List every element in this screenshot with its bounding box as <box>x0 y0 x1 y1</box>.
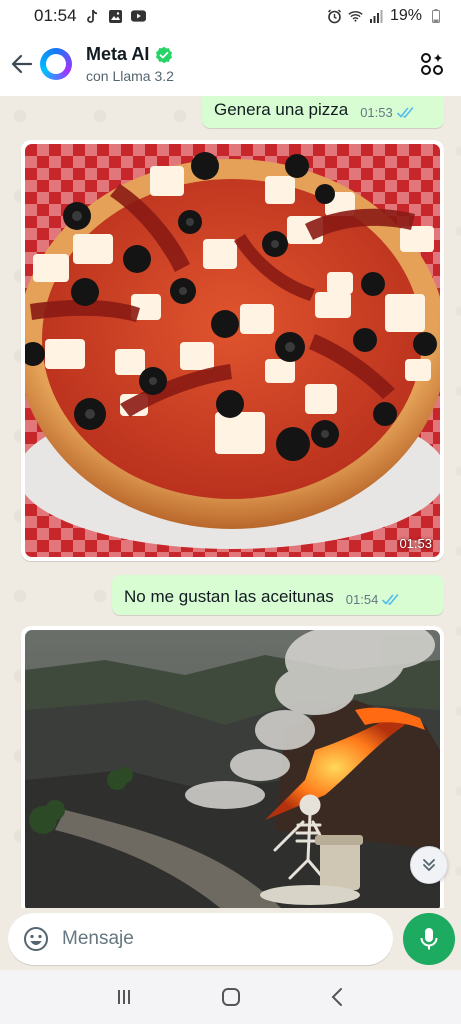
message-incoming-image[interactable] <box>21 626 444 908</box>
scroll-to-bottom-button[interactable] <box>410 846 448 884</box>
image-time: 01:53 <box>399 536 432 551</box>
verified-badge-icon <box>156 46 173 63</box>
chevron-left-icon <box>331 988 342 1006</box>
status-time: 01:54 <box>34 6 77 25</box>
grid-sparkle-icon <box>421 53 443 75</box>
message-time: 01:54 <box>345 592 379 607</box>
volcano-image[interactable] <box>25 630 440 908</box>
message-text: No me gustan las aceitunas <box>124 587 334 606</box>
arrow-left-icon <box>11 54 33 74</box>
home-button[interactable] <box>211 977 251 1017</box>
chat-header: Meta AI con Llama 3.2 <box>0 32 461 96</box>
contact-info[interactable]: Meta AI con Llama 3.2 <box>86 44 174 84</box>
recent-apps-button[interactable] <box>104 977 144 1017</box>
message-input-container <box>8 913 394 965</box>
double-check-icon <box>396 106 414 118</box>
voice-message-button[interactable] <box>403 913 455 965</box>
signal-icon <box>369 9 384 24</box>
youtube-icon <box>130 9 146 24</box>
message-outgoing[interactable]: Genera una pizza 01:53 <box>202 96 444 128</box>
message-outgoing[interactable]: No me gustan las aceitunas 01:54 <box>112 575 444 615</box>
chat-messages[interactable]: Genera una pizza 01:53 01:53 No me gusta… <box>0 96 461 908</box>
message-time: 01:53 <box>360 105 393 120</box>
double-chevron-down-icon <box>423 859 435 871</box>
emoji-button[interactable] <box>22 925 50 953</box>
home-icon <box>221 988 240 1006</box>
compose-bar <box>0 908 461 970</box>
recent-apps-icon <box>117 990 130 1004</box>
system-nav-bar <box>0 970 461 1024</box>
battery-icon <box>428 9 443 24</box>
double-check-icon <box>382 593 399 605</box>
status-bar: 01:54 19% <box>0 0 461 32</box>
ai-tools-button[interactable] <box>417 48 449 80</box>
message-incoming-image[interactable]: 01:53 <box>21 140 444 561</box>
microphone-icon <box>420 928 438 950</box>
back-button[interactable] <box>8 44 36 84</box>
smiley-icon <box>24 927 48 951</box>
meta-ai-avatar[interactable] <box>40 48 72 80</box>
gallery-icon <box>108 9 123 24</box>
tiktok-icon <box>85 9 100 24</box>
back-nav-button[interactable] <box>318 977 358 1017</box>
pizza-image[interactable]: 01:53 <box>25 144 440 557</box>
contact-subtitle: con Llama 3.2 <box>86 68 174 84</box>
contact-name: Meta AI <box>86 44 150 64</box>
message-text: Genera una pizza <box>214 100 349 119</box>
wifi-icon <box>348 9 363 24</box>
alarm-icon <box>327 8 342 24</box>
message-input[interactable] <box>62 928 362 950</box>
battery-percent: 19% <box>389 7 422 24</box>
